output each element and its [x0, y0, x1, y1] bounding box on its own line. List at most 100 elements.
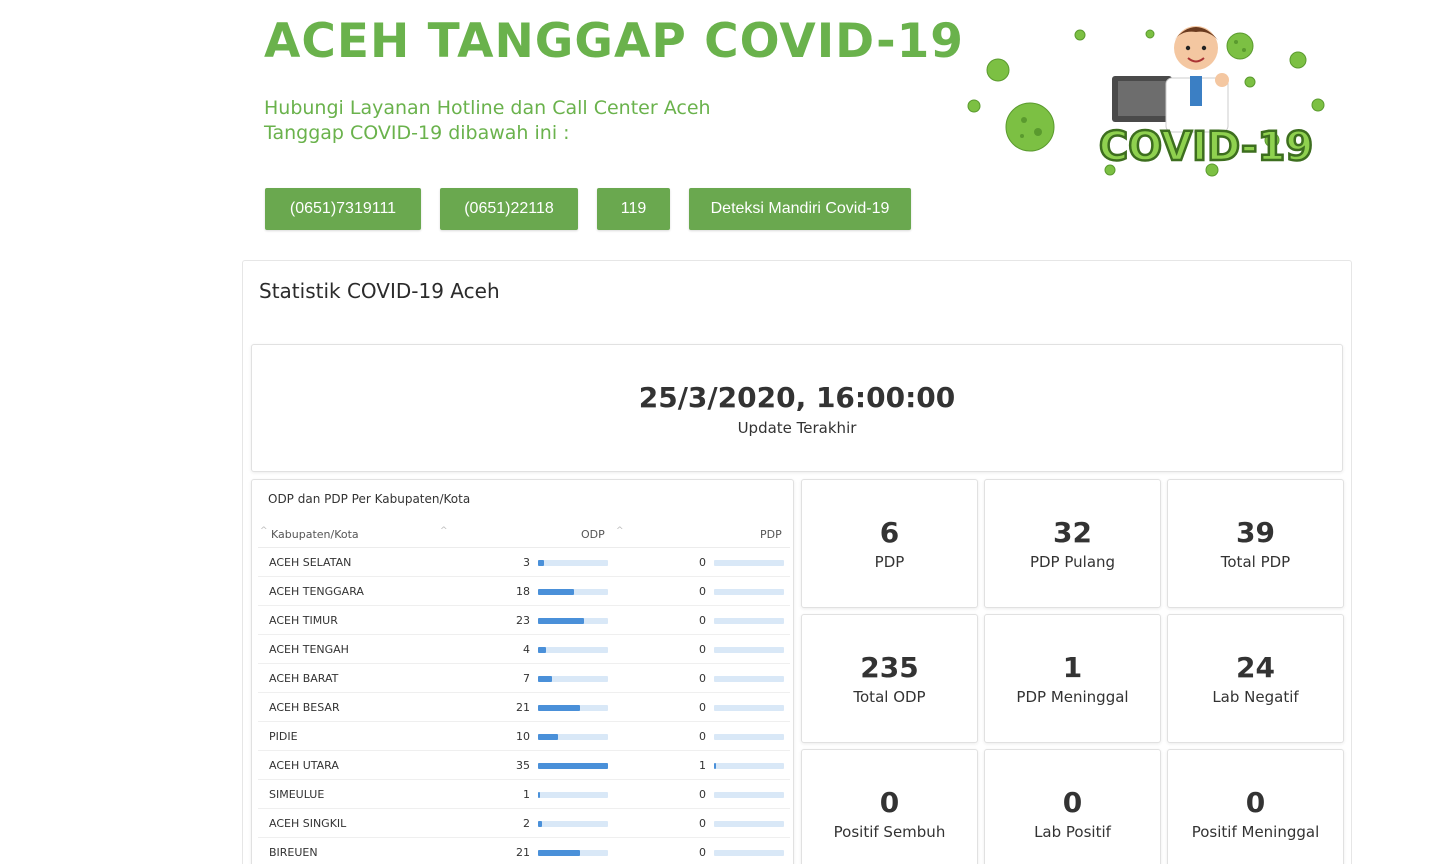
- pdp-bar: [714, 792, 784, 798]
- last-update-card: 25/3/2020, 16:00:00 Update Terakhir: [251, 344, 1343, 472]
- odp-bar: [538, 618, 608, 624]
- odp-bar: [538, 676, 608, 682]
- odp-bar-fill: [538, 647, 546, 653]
- odp-bar: [538, 589, 608, 595]
- column-header-pdp[interactable]: PDP: [760, 528, 782, 541]
- sort-caret-icon[interactable]: ^: [440, 526, 448, 536]
- stat-card: 24 Lab Negatif: [1167, 614, 1344, 743]
- stat-value: 0: [1062, 786, 1083, 819]
- odp-bar: [538, 734, 608, 740]
- odp-bar: [538, 763, 608, 769]
- stat-label: PDP: [874, 553, 905, 571]
- region-name: ACEH TIMUR: [269, 614, 338, 627]
- pdp-count: 0: [699, 556, 706, 569]
- sort-caret-icon[interactable]: ^: [260, 526, 268, 536]
- stat-card: 0 Positif Sembuh: [801, 749, 978, 864]
- stat-value: 0: [1245, 786, 1266, 819]
- region-name: ACEH TENGGARA: [269, 585, 364, 598]
- stat-value: 24: [1236, 651, 1275, 684]
- stat-label: Lab Negatif: [1212, 688, 1299, 706]
- table-header: ^ Kabupaten/Kota ^ ODP ^ PDP: [258, 524, 790, 548]
- region-name: ACEH TENGAH: [269, 643, 349, 656]
- region-name: ACEH SINGKIL: [269, 817, 347, 830]
- page: ACEH TANGGAP COVID-19 Hubungi Layanan Ho…: [0, 0, 1442, 864]
- pdp-count: 0: [699, 585, 706, 598]
- region-name: ACEH BESAR: [269, 701, 340, 714]
- table-row: ACEH TIMUR 23 0: [258, 606, 790, 635]
- hotline-subtitle: Hubungi Layanan Hotline dan Call Center …: [264, 97, 711, 144]
- page-title: ACEH TANGGAP COVID-19: [264, 14, 964, 69]
- stat-card: 1 PDP Meninggal: [984, 614, 1161, 743]
- table-row: ACEH TENGAH 4 0: [258, 635, 790, 664]
- stat-value: 32: [1053, 516, 1092, 549]
- odp-count: 2: [523, 817, 530, 830]
- stat-label: PDP Meninggal: [1016, 688, 1129, 706]
- table-body: ACEH SELATAN 3 0 ACEH TENGGARA 18 0 ACEH TIMUR…: [258, 548, 790, 864]
- stat-card: 235 Total ODP: [801, 614, 978, 743]
- odp-count: 4: [523, 643, 530, 656]
- odp-count: 3: [523, 556, 530, 569]
- column-header-odp[interactable]: ODP: [581, 528, 605, 541]
- odp-count: 21: [516, 846, 530, 859]
- odp-bar-fill: [538, 676, 552, 682]
- pdp-bar: [714, 850, 784, 856]
- pdp-count: 0: [699, 730, 706, 743]
- pdp-count: 0: [699, 643, 706, 656]
- stat-card: 39 Total PDP: [1167, 479, 1344, 608]
- column-header-region[interactable]: Kabupaten/Kota: [271, 528, 359, 541]
- stat-value: 0: [879, 786, 900, 819]
- stat-value: 235: [860, 651, 919, 684]
- hotline-button-119[interactable]: 119: [597, 188, 670, 230]
- stat-label: Total ODP: [853, 688, 926, 706]
- region-name: SIMEULUE: [269, 788, 325, 801]
- odp-bar-fill: [538, 560, 544, 566]
- hotline-button-1[interactable]: (0651)7319111: [265, 188, 421, 230]
- odp-count: 10: [516, 730, 530, 743]
- table-row: ACEH BARAT 7 0: [258, 664, 790, 693]
- table-row: ACEH SELATAN 3 0: [258, 548, 790, 577]
- sort-caret-icon[interactable]: ^: [616, 526, 624, 536]
- panel-title: Statistik COVID-19 Aceh: [259, 279, 500, 303]
- odp-bar: [538, 821, 608, 827]
- pdp-bar: [714, 560, 784, 566]
- last-update-label: Update Terakhir: [737, 419, 857, 437]
- pdp-count: 0: [699, 614, 706, 627]
- odp-count: 7: [523, 672, 530, 685]
- table-row: ACEH UTARA 35 1: [258, 751, 790, 780]
- stat-value: 6: [879, 516, 900, 549]
- odp-count: 18: [516, 585, 530, 598]
- pdp-bar: [714, 821, 784, 827]
- table-row: PIDIE 10 0: [258, 722, 790, 751]
- stat-value: 39: [1236, 516, 1275, 549]
- region-name: ACEH BARAT: [269, 672, 339, 685]
- region-name: ACEH SELATAN: [269, 556, 352, 569]
- table-row: BIREUEN 21 0: [258, 838, 790, 864]
- pdp-bar: [714, 676, 784, 682]
- odp-count: 21: [516, 701, 530, 714]
- stat-card: 6 PDP: [801, 479, 978, 608]
- odp-bar-fill: [538, 589, 574, 595]
- pdp-bar-fill: [714, 763, 717, 769]
- odp-bar-fill: [538, 792, 541, 798]
- pdp-bar: [714, 763, 784, 769]
- odp-bar-fill: [538, 618, 584, 624]
- pdp-count: 0: [699, 788, 706, 801]
- stat-label: Positif Sembuh: [833, 823, 946, 841]
- table-title: ODP dan PDP Per Kabupaten/Kota: [268, 492, 471, 506]
- stat-card: 0 Lab Positif: [984, 749, 1161, 864]
- pdp-bar: [714, 734, 784, 740]
- odp-count: 23: [516, 614, 530, 627]
- covid-logo-text: COVID-19: [1099, 124, 1313, 170]
- odp-bar: [538, 792, 608, 798]
- stat-label: Lab Positif: [1034, 823, 1111, 841]
- pdp-count: 0: [699, 846, 706, 859]
- odp-bar-fill: [538, 734, 558, 740]
- hotline-button-2[interactable]: (0651)22118: [440, 188, 578, 230]
- pdp-bar: [714, 589, 784, 595]
- table-row: ACEH SINGKIL 2 0: [258, 809, 790, 838]
- regional-table-card: ODP dan PDP Per Kabupaten/Kota ^ Kabupat…: [251, 479, 794, 864]
- self-detection-button[interactable]: Deteksi Mandiri Covid-19: [689, 188, 911, 230]
- stat-value: 1: [1062, 651, 1083, 684]
- pdp-bar: [714, 647, 784, 653]
- doctor-illustration: [1112, 26, 1229, 133]
